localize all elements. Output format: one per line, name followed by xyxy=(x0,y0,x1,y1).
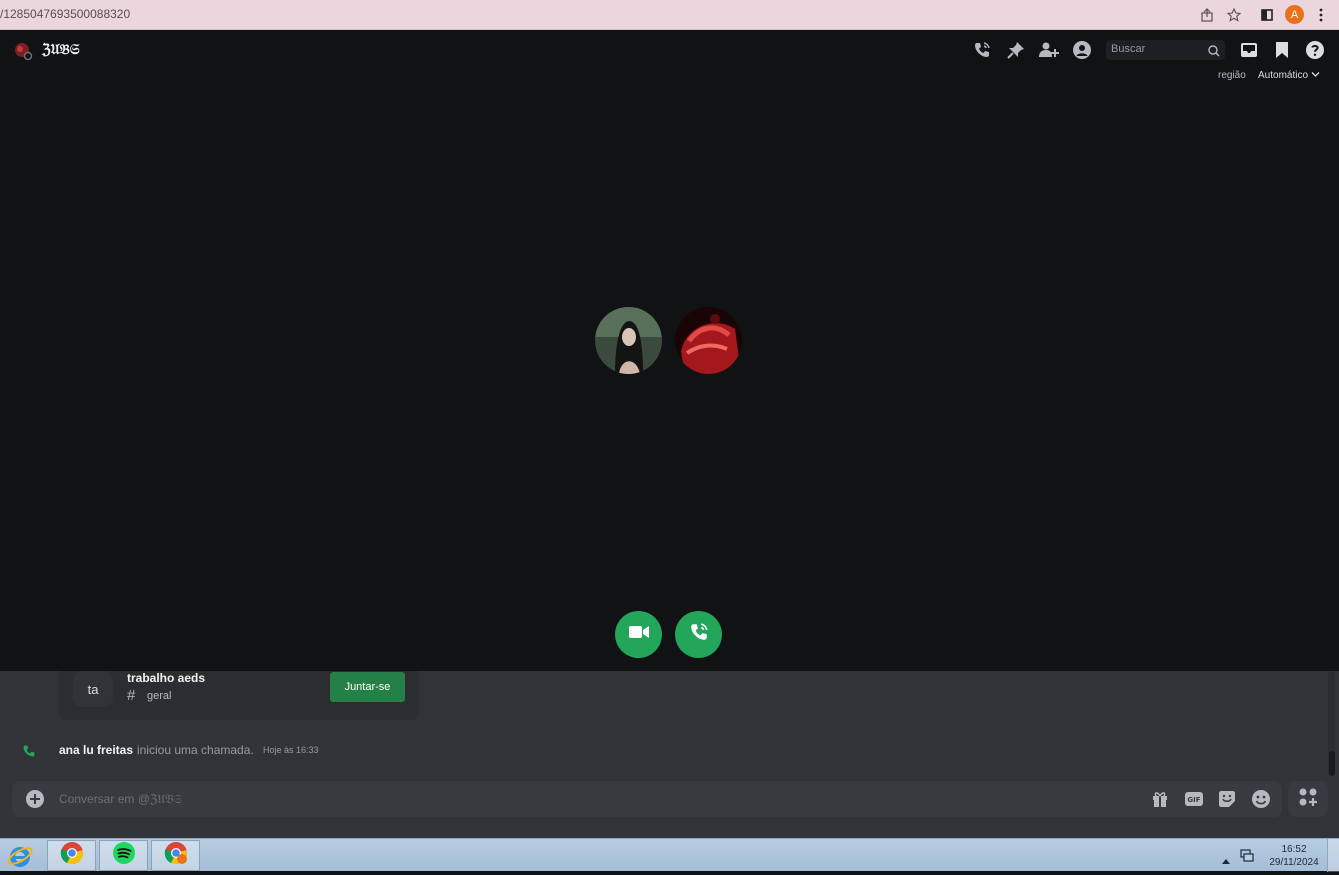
taskbar-chrome-1[interactable] xyxy=(47,840,96,871)
apps-button[interactable] xyxy=(1288,781,1328,817)
message-input[interactable]: Conversar em @ℨ𝔘𝔅𝔖 xyxy=(59,792,182,807)
message-composer[interactable]: Conversar em @ℨ𝔘𝔅𝔖 GIF xyxy=(12,781,1282,817)
call-participant-avatar-1[interactable] xyxy=(595,307,662,374)
search-placeholder: Buscar xyxy=(1111,43,1146,55)
invite-server-name: trabalho aeds xyxy=(127,671,206,685)
phone-call-icon xyxy=(689,622,709,647)
tray-expand-icon[interactable] xyxy=(1222,851,1230,869)
search-input[interactable]: Buscar xyxy=(1106,40,1225,60)
message-text: iniciou uma chamada. xyxy=(137,743,254,757)
region-label: região xyxy=(1218,70,1246,81)
invite-server-icon[interactable]: ta xyxy=(73,671,113,707)
video-call-button[interactable] xyxy=(615,611,662,658)
chat-area: ta trabalho aeds # geral Juntar-se ana l… xyxy=(0,671,1339,838)
emoji-icon[interactable] xyxy=(1251,789,1271,809)
phone-icon xyxy=(22,744,36,763)
call-started-message: ana lu freitas iniciou uma chamada. Hoje… xyxy=(0,741,600,759)
search-icon xyxy=(1208,44,1220,62)
taskbar-chrome-2[interactable] xyxy=(151,840,200,871)
browser-toolbar: /1285047693500088320 A xyxy=(0,0,1339,30)
taskbar-spotify[interactable] xyxy=(99,840,148,871)
bookmark-star-icon[interactable] xyxy=(1225,6,1243,24)
user-profile-icon[interactable] xyxy=(1072,40,1092,60)
internet-explorer-icon[interactable] xyxy=(6,842,34,875)
clock-time: 16:52 xyxy=(1281,844,1307,855)
bookmarks-icon[interactable] xyxy=(1272,40,1292,60)
server-invite-card: ta trabalho aeds # geral Juntar-se xyxy=(59,671,419,720)
message-timestamp: Hoje às 16:33 xyxy=(263,745,319,755)
chevron-down-icon xyxy=(1311,70,1320,81)
message-author[interactable]: ana lu freitas xyxy=(59,743,133,757)
chrome-icon xyxy=(60,841,84,870)
chrome-profile-icon xyxy=(164,841,188,870)
voice-call-button[interactable] xyxy=(675,611,722,658)
start-call-icon[interactable] xyxy=(972,40,992,60)
region-selector[interactable]: Automático xyxy=(1258,70,1320,81)
help-icon[interactable] xyxy=(1305,40,1325,60)
inbox-icon[interactable] xyxy=(1239,40,1259,60)
channel-header: ℨ𝔘𝔅𝔖 Buscar xyxy=(0,30,1339,70)
call-participant-avatar-2[interactable] xyxy=(675,307,742,374)
more-menu-icon[interactable] xyxy=(1312,6,1330,24)
clock-date: 29/11/2024 xyxy=(1269,857,1319,868)
network-icon[interactable] xyxy=(1240,848,1254,867)
url-text[interactable]: /1285047693500088320 xyxy=(0,7,130,21)
video-camera-icon xyxy=(628,625,649,644)
gift-icon[interactable] xyxy=(1150,789,1170,809)
svg-text:GIF: GIF xyxy=(1187,796,1200,804)
scrollbar-thumb[interactable] xyxy=(1329,751,1335,776)
share-icon[interactable] xyxy=(1198,6,1216,24)
region-value: Automático xyxy=(1258,70,1309,81)
pinned-messages-icon[interactable] xyxy=(1006,40,1026,60)
join-server-button[interactable]: Juntar-se xyxy=(330,672,405,702)
add-friends-icon[interactable] xyxy=(1039,40,1059,60)
system-clock[interactable]: 16:52 29/11/2024 xyxy=(1269,843,1319,869)
windows-taskbar: 16:52 29/11/2024 xyxy=(0,838,1339,872)
show-desktop-button[interactable] xyxy=(1327,839,1339,872)
apps-icon xyxy=(1298,787,1318,812)
server-avatar[interactable] xyxy=(12,41,33,61)
invite-channel-name: geral xyxy=(147,690,172,702)
sticker-icon[interactable] xyxy=(1217,789,1237,809)
channel-hash-icon: # xyxy=(127,687,136,704)
dm-title: ℨ𝔘𝔅𝔖 xyxy=(42,42,80,58)
spotify-icon xyxy=(112,841,136,870)
profile-avatar[interactable]: A xyxy=(1285,5,1304,24)
add-attachment-icon[interactable] xyxy=(25,789,45,809)
side-panel-icon[interactable] xyxy=(1258,6,1276,24)
gif-icon[interactable]: GIF xyxy=(1184,789,1204,809)
